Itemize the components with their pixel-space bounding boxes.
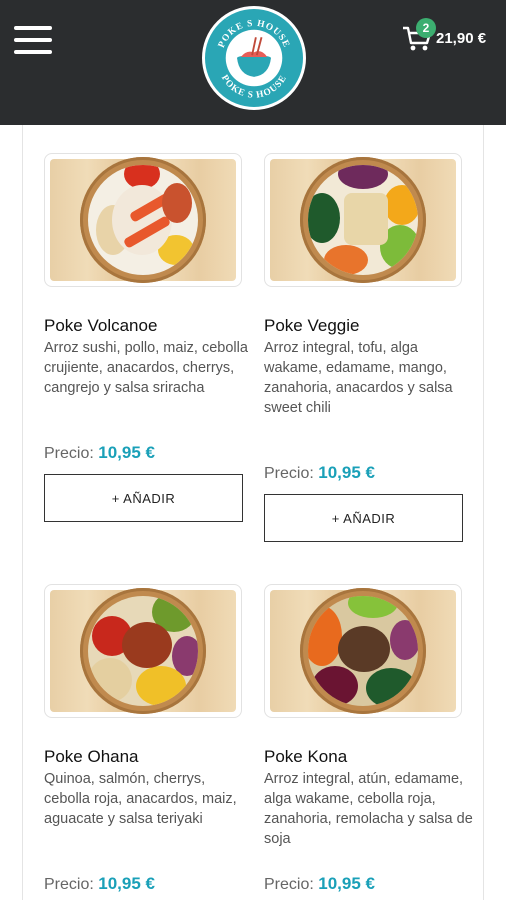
cart-button[interactable]: 2 21,90 € [398,18,498,58]
cart-total: 21,90 € [436,30,487,47]
add-to-cart-button[interactable]: + AÑADIR [264,494,463,542]
product-name: Poke Kona [264,747,348,766]
add-to-cart-button[interactable]: + AÑADIR [44,474,243,522]
product-image[interactable] [264,153,462,287]
product-description: Arroz integral, tofu, alga wakame, edama… [264,340,453,416]
product-price: Precio: 10,95 € [44,874,155,894]
product-description: Arroz integral, atún, edamame, alga waka… [264,771,473,847]
product-description: Quinoa, salmón, cherrys, cebolla roja, a… [44,771,237,827]
product-name: Poke Volcanoe [44,316,158,335]
product-name: Poke Veggie [264,316,360,335]
price-amount: 10,95 € [98,874,155,893]
product-description: Arroz sushi, pollo, maiz, cebolla crujie… [44,340,248,396]
product-price: Precio: 10,95 € [264,874,375,894]
price-amount: 10,95 € [98,443,155,462]
hamburger-menu-icon[interactable] [14,26,52,54]
price-label: Precio: [264,465,314,482]
product-image[interactable] [264,584,462,718]
app-header: POKE S HOUSE POKE S HOUSE 2 21,90 € [0,0,506,125]
cart-count-badge: 2 [416,18,436,38]
price-amount: 10,95 € [318,463,375,482]
product-price: Precio: 10,95 € [264,463,375,483]
price-label: Precio: [264,876,314,893]
product-price: Precio: 10,95 € [44,443,155,463]
price-label: Precio: [44,876,94,893]
product-image[interactable] [44,584,242,718]
product-image[interactable] [44,153,242,287]
product-name: Poke Ohana [44,747,139,766]
price-amount: 10,95 € [318,874,375,893]
pokes-house-logo[interactable]: POKE S HOUSE POKE S HOUSE [202,6,306,110]
price-label: Precio: [44,445,94,462]
